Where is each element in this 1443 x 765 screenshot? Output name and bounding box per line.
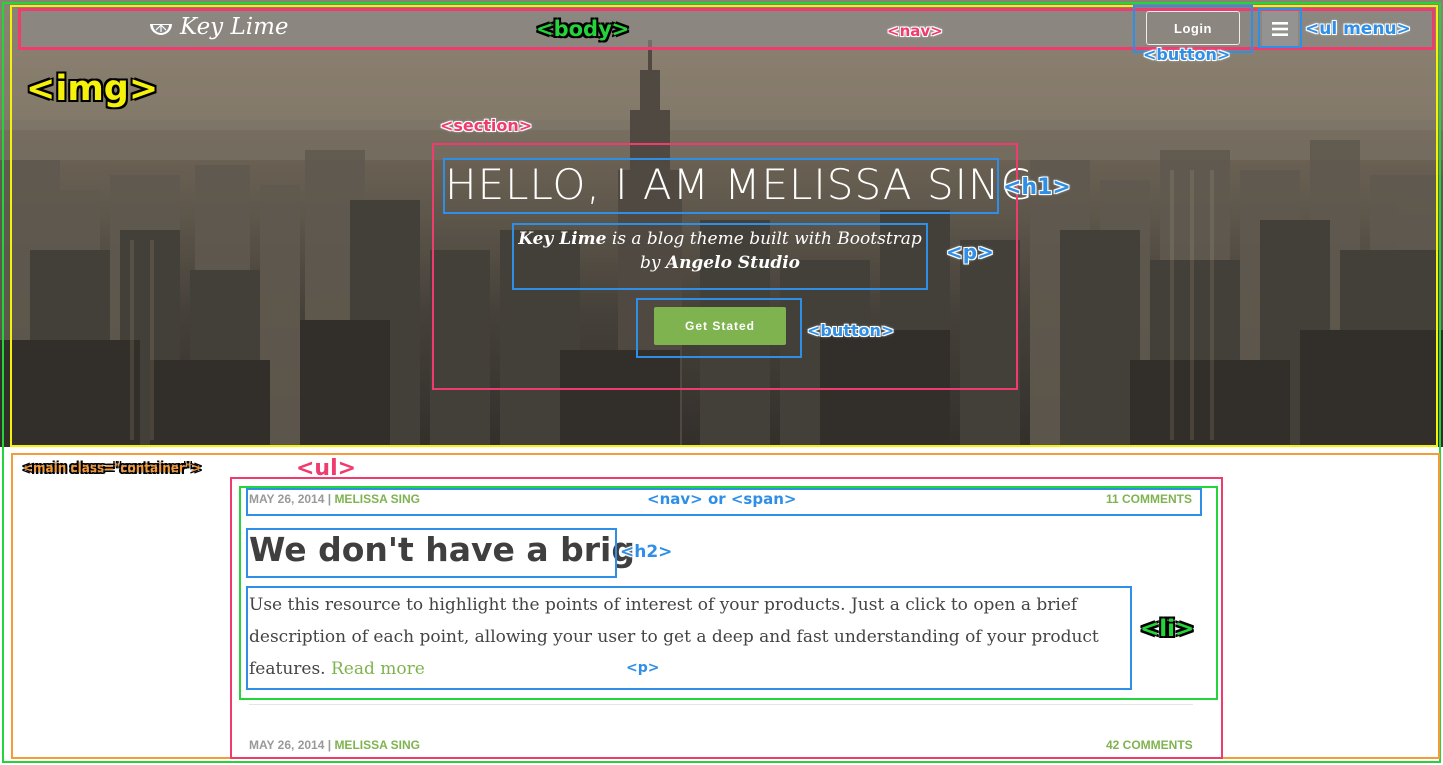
annotation-label-h1: <h1> (1003, 175, 1071, 200)
annotation-label-section: <section> (440, 116, 533, 135)
annotation-label-li: <li> (1140, 616, 1195, 642)
annotation-label-img: <img> (26, 69, 159, 109)
annotation-box-hero-p (512, 223, 928, 290)
annotation-label-button-login: <button> (1143, 45, 1231, 64)
annotation-label-nav: <nav> (887, 22, 943, 40)
annotation-label-meta: <nav> or <span> (647, 490, 797, 508)
annotation-label-main: <main class="container"> (23, 461, 202, 475)
annotation-label-ul: <ul> (296, 456, 357, 481)
annotation-label-button-cta: <button> (807, 321, 895, 340)
annotation-box-menu (1258, 8, 1302, 48)
annotation-box-h1 (443, 158, 999, 214)
annotation-box-cta (636, 298, 802, 358)
annotation-label-hero-p: <p> (946, 240, 994, 264)
annotation-label-h2: <h2> (620, 542, 673, 562)
annotation-label-body: <body> (536, 17, 630, 41)
annotation-box-post-p (246, 586, 1132, 690)
annotation-box-h2 (246, 528, 617, 578)
annotation-label-post-p: <p> (626, 660, 660, 676)
annotation-label-ul-menu: <ul menu> (1305, 19, 1411, 39)
